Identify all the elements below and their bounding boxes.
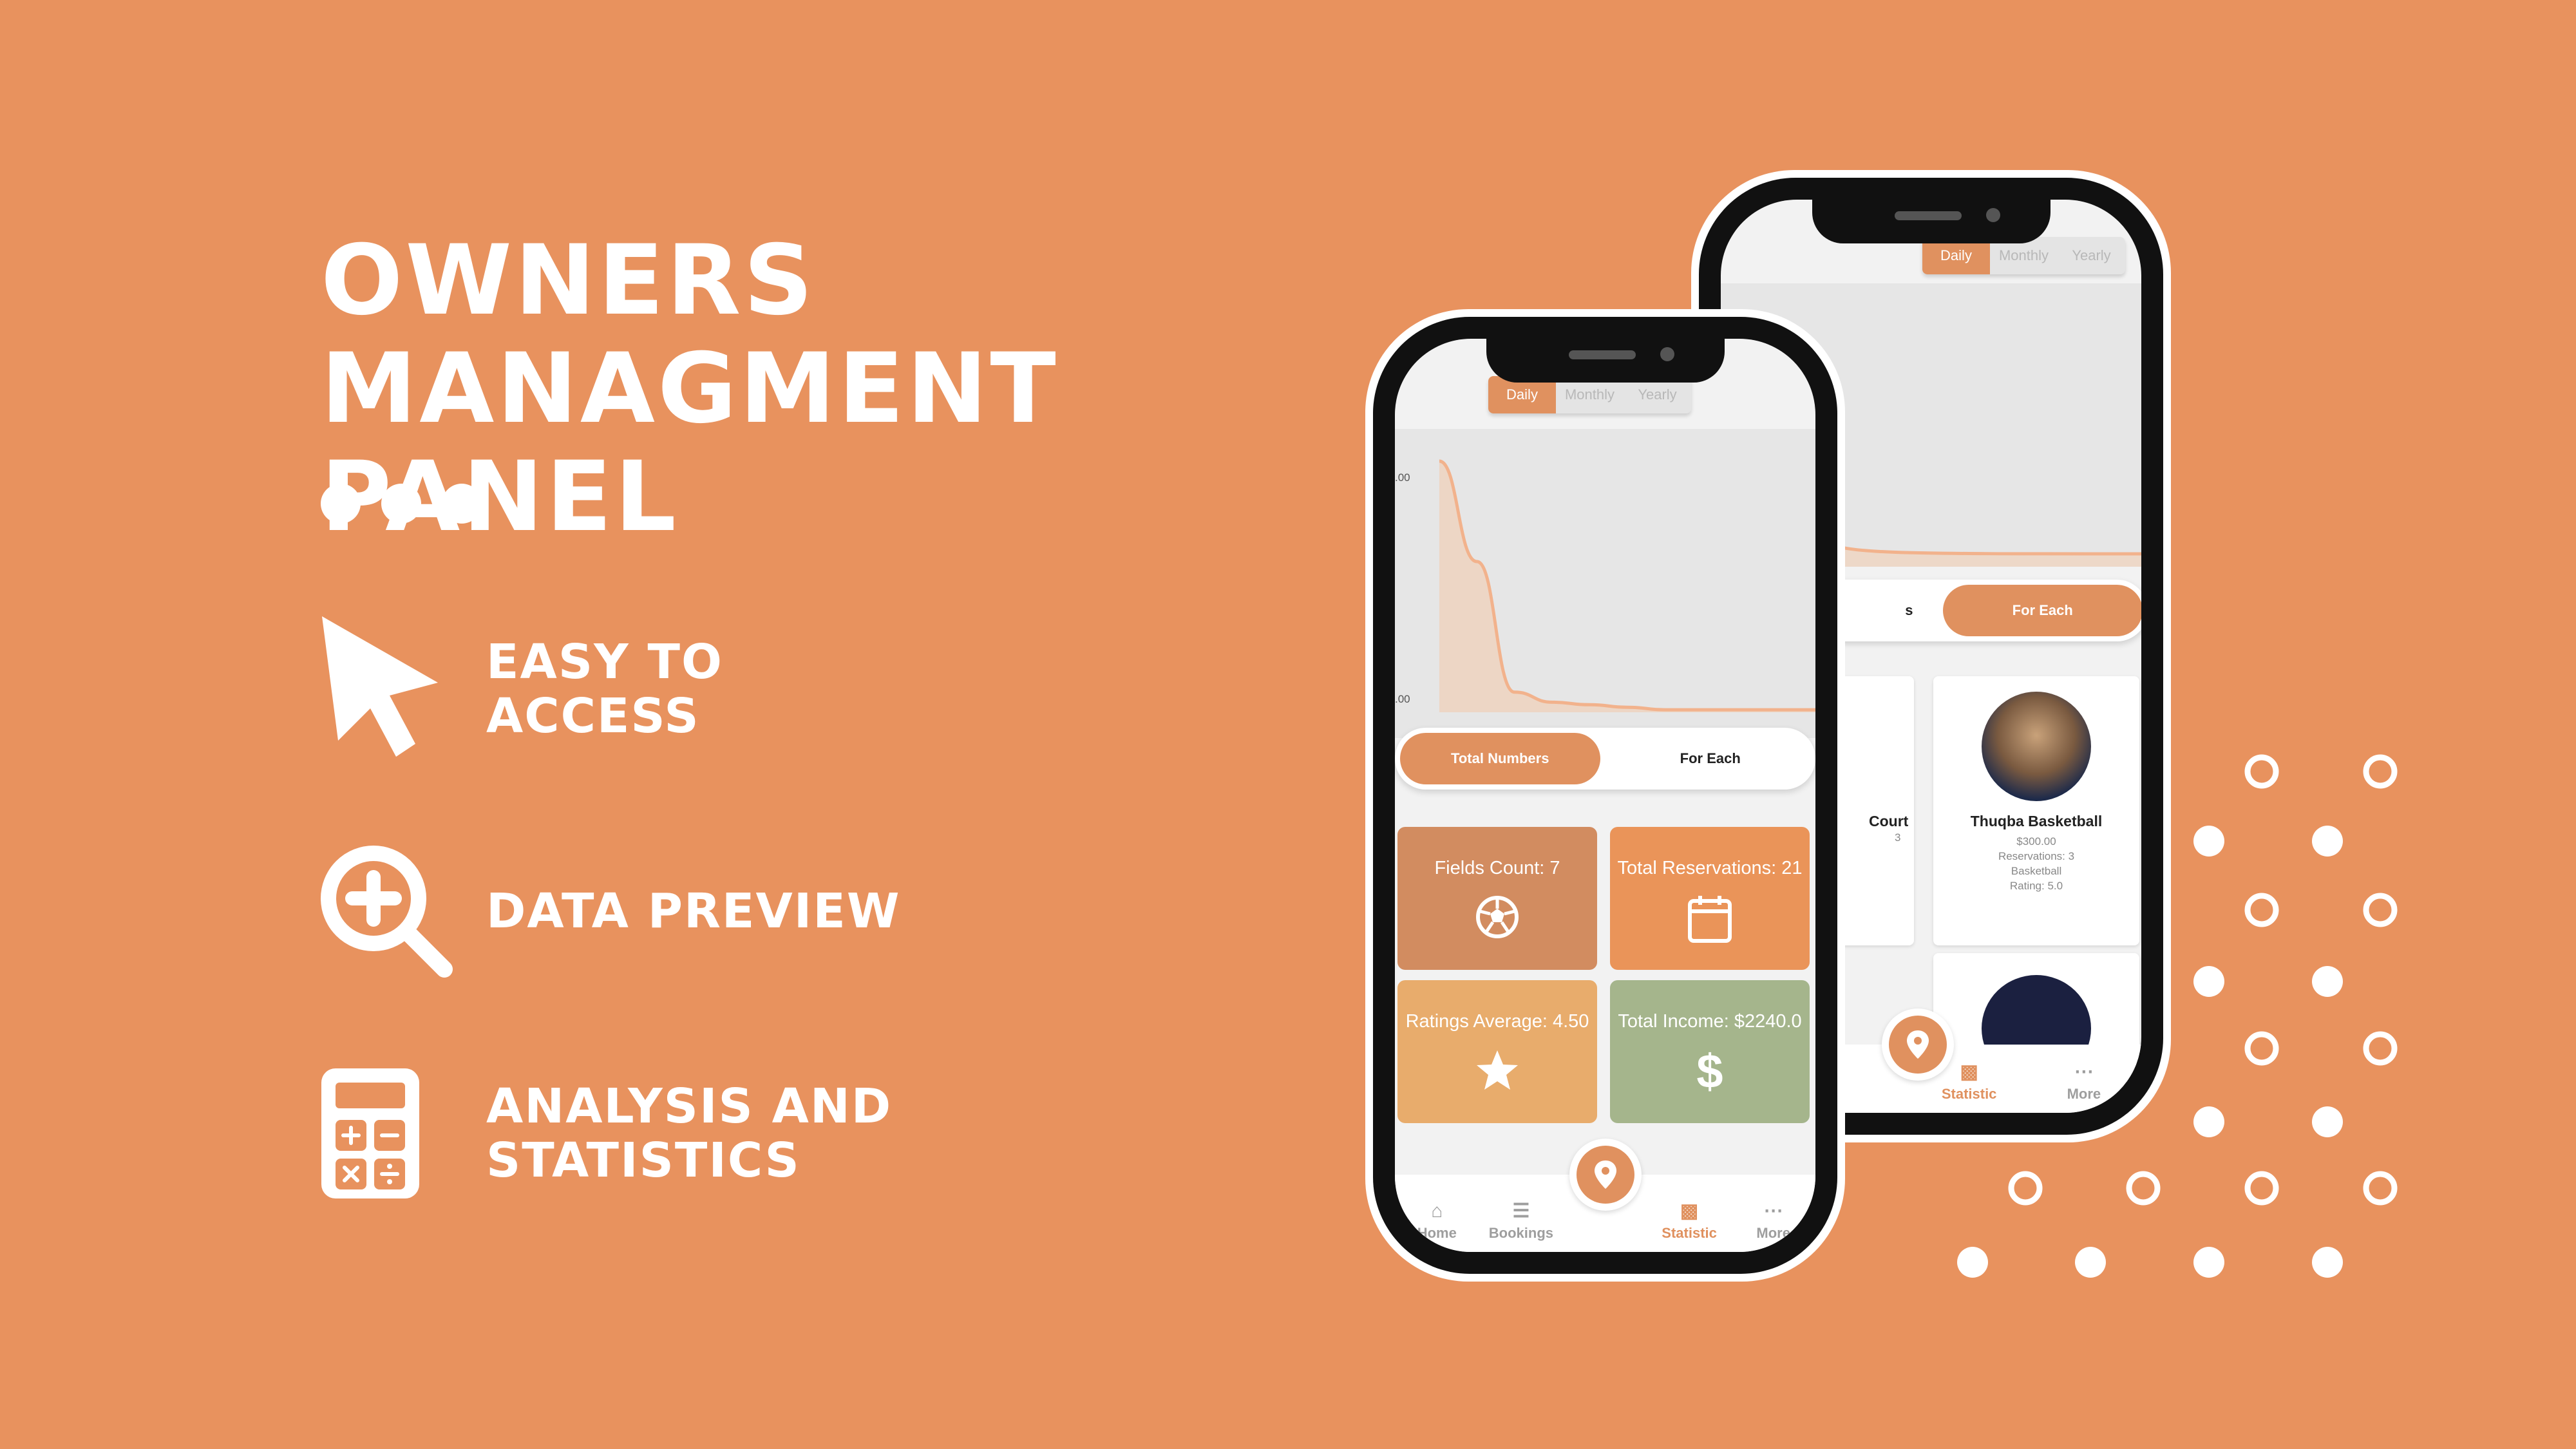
more-icon: ⋯ [1763, 1200, 1783, 1222]
nav-label: Statistic [1941, 1086, 1997, 1102]
location-fab[interactable] [1569, 1139, 1642, 1211]
bookings-icon: ☰ [1512, 1200, 1530, 1222]
field-image [1982, 692, 2091, 801]
field-card-reservations: Reservations: 3 [1998, 850, 2075, 862]
nav-label: Bookings [1488, 1225, 1553, 1241]
calculator-icon [319, 1063, 460, 1204]
tile-label: Total Income: $2240.0 [1618, 1011, 1802, 1032]
star-icon [1475, 1048, 1520, 1096]
toggle-for-each[interactable]: For Each [1611, 733, 1811, 784]
tile-total-reservations[interactable]: Total Reservations: 21 [1610, 827, 1810, 970]
zoom-in-icon [319, 840, 460, 982]
feature-data-preview: DATA PREVIEW [319, 840, 937, 982]
nav-statistic[interactable]: ▩ Statistic [1651, 1200, 1728, 1242]
field-card-sport: Basketball [2011, 865, 2062, 877]
y-tick-label: .00 [1395, 471, 1410, 484]
phone-notch [1812, 200, 2050, 243]
field-card-line: 3 [1895, 831, 1901, 844]
more-icon: ⋯ [2074, 1061, 2094, 1083]
tile-label: Total Reservations: 21 [1617, 858, 1803, 878]
toggle-total-numbers[interactable]: Total Numbers [1400, 733, 1600, 784]
y-tick-label: .00 [1395, 693, 1410, 705]
soccer-ball-icon [1475, 895, 1520, 943]
feature-label: DATA PREVIEW [486, 884, 901, 939]
location-pin-icon [1594, 1160, 1616, 1189]
front-phone-screen: Daily Monthly Yearly .00 .00 Total Numbe… [1395, 339, 1815, 1252]
feature-label-line-1: ANALYSIS AND [486, 1079, 893, 1134]
field-card-title: Court [1869, 813, 1909, 829]
location-pin-icon [1907, 1030, 1929, 1059]
nav-more[interactable]: ⋯ More [2045, 1061, 2123, 1103]
tile-total-income[interactable]: Total Income: $2240.0 $ [1610, 980, 1810, 1123]
tile-ratings-average[interactable]: Ratings Average: 4.50 [1397, 980, 1597, 1123]
feature-label-line-2: STATISTICS [486, 1133, 800, 1188]
dollar-icon: $ [1696, 1045, 1723, 1098]
nav-label: More [1756, 1225, 1790, 1241]
front-chart-area: .00 .00 [1395, 429, 1815, 738]
nav-label: Home [1417, 1225, 1457, 1241]
phone-notch [1486, 339, 1725, 383]
calendar-icon [1687, 895, 1732, 947]
front-line-chart [1439, 459, 1815, 712]
field-card-price: $300.00 [2016, 835, 2056, 848]
statistic-icon: ▩ [1680, 1200, 1699, 1222]
field-card-title: Thuqba Basketball [1970, 813, 2103, 829]
nav-label: More [2067, 1086, 2101, 1102]
nav-label: Statistic [1662, 1225, 1717, 1241]
field-card[interactable]: Thuqba Basketball $300.00 Reservations: … [1933, 676, 2139, 945]
feature-label: EASY TO ACCESS [486, 634, 723, 744]
tile-label: Ratings Average: 4.50 [1405, 1011, 1589, 1032]
tile-label: Fields Count: 7 [1434, 858, 1560, 878]
location-fab[interactable] [1882, 1009, 1954, 1081]
feature-easy-access: EASY TO ACCESS [319, 616, 937, 760]
headline-line-1: OWNERS MANAGMENT [321, 225, 1059, 445]
nav-bookings[interactable]: ☰ Bookings [1482, 1200, 1560, 1242]
view-toggle: Total Numbers For Each [1395, 728, 1815, 790]
chart-area-fill [1439, 461, 1815, 712]
home-icon: ⌂ [1431, 1200, 1443, 1222]
tile-fields-count[interactable]: Fields Count: 7 [1397, 827, 1597, 970]
nav-home[interactable]: ⌂ Home [1398, 1200, 1475, 1242]
feature-label: ANALYSIS AND STATISTICS [486, 1079, 937, 1188]
ellipsis-dots [321, 484, 482, 524]
field-card-rating: Rating: 5.0 [2009, 880, 2063, 892]
nav-more[interactable]: ⋯ More [1735, 1200, 1812, 1242]
front-phone: Daily Monthly Yearly .00 .00 Total Numbe… [1365, 309, 1845, 1282]
feature-analysis: ANALYSIS AND STATISTICS [319, 1063, 937, 1204]
tab-yearly[interactable]: Yearly [2058, 237, 2125, 274]
cursor-arrow-icon [319, 616, 460, 760]
toggle-for-each[interactable]: For Each [1942, 585, 2141, 636]
statistic-icon: ▩ [1960, 1061, 1978, 1083]
